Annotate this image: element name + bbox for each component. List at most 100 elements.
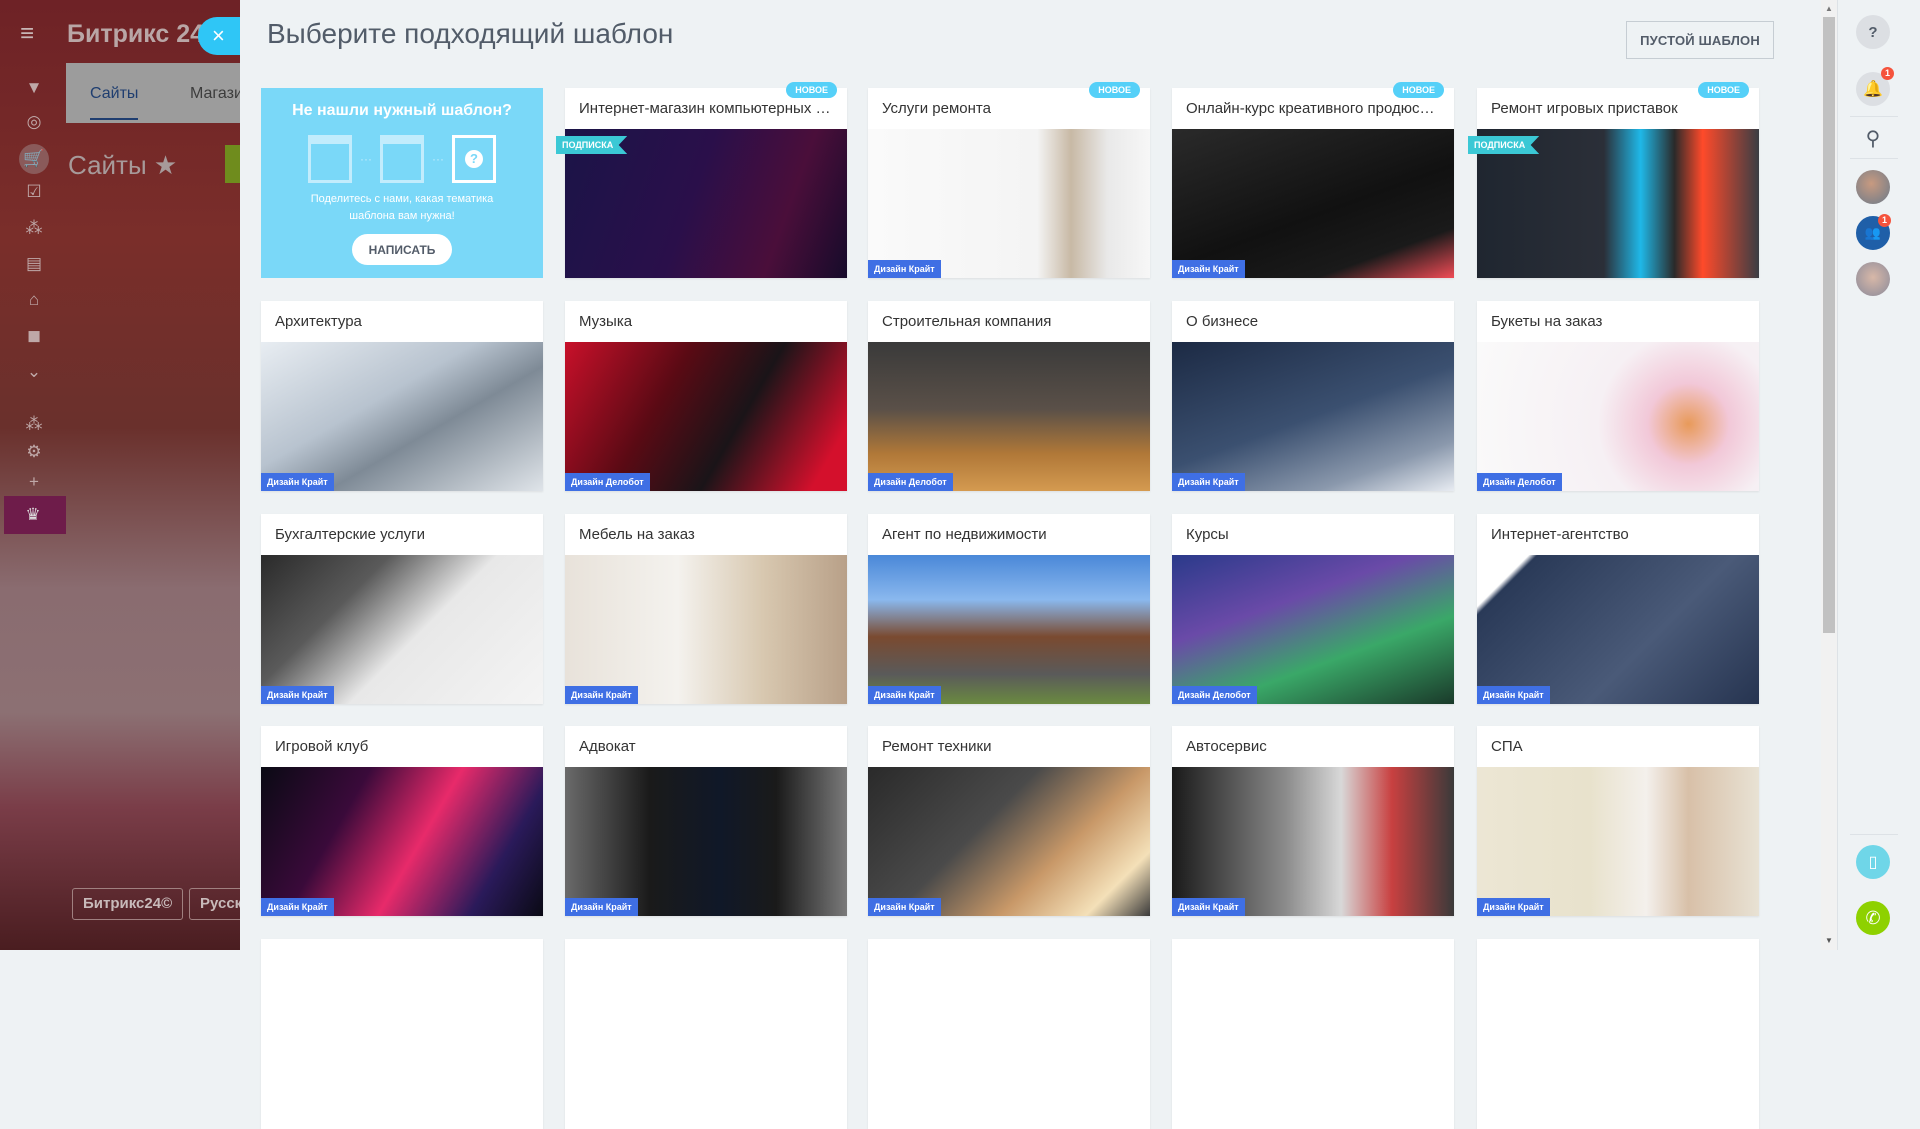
template-title [1477,939,1759,980]
template-title: Агент по недвижимости [882,526,1047,543]
call-button[interactable]: ✆ [1856,901,1890,935]
template-preview-image[interactable]: Дизайн Делобот [1172,555,1454,704]
group-chat-button[interactable]: 👥 1 [1856,214,1891,250]
search-button[interactable]: ⚲ [1856,121,1890,155]
template-card[interactable]: Автосервис Дизайн Крайт [1172,726,1454,916]
notifications-button[interactable]: 🔔 1 [1856,67,1894,106]
menu-icon[interactable]: ≡ [20,22,46,46]
template-card[interactable] [868,939,1150,1129]
template-card[interactable] [1172,939,1454,1129]
divider [1850,158,1898,159]
avatar[interactable] [1856,262,1890,296]
template-card[interactable]: Курсы Дизайн Делобот [1172,514,1454,704]
contact-card-icon[interactable]: ▤ [22,252,46,276]
create-button[interactable] [225,145,240,183]
template-card[interactable]: Строительная компания Дизайн Делобот [868,301,1150,491]
template-preview-image[interactable]: Дизайн Крайт [868,129,1150,278]
help-button[interactable]: ? [1856,15,1890,49]
template-preview-image[interactable]: Дизайн Крайт [1172,767,1454,916]
designer-label: Дизайн Делобот [565,473,650,491]
filter-icon[interactable]: ▼ [22,76,46,100]
template-card[interactable]: Агент по недвижимости Дизайн Крайт [868,514,1150,704]
template-preview-image[interactable]: Дизайн Крайт [565,555,847,704]
background-portal: ≡ Битрикс 24 ▼ ◎ 🛒 ☑ ⁂ ▤ ⌂ ◼ ⌄ ⁂ ⚙ + ♛ С… [0,0,240,950]
template-preview-image[interactable] [565,980,847,1129]
template-card[interactable] [565,939,847,1129]
divider [1850,834,1898,835]
dots-icon: ··· [432,152,444,166]
template-preview-image[interactable] [261,980,543,1129]
template-card[interactable]: Игровой клуб Дизайн Крайт [261,726,543,916]
template-card[interactable] [1477,939,1759,1129]
template-card[interactable]: Букеты на заказ Дизайн Делобот [1477,301,1759,491]
template-card[interactable]: НОВОЕ Ремонт игровых приставок ПОДПИСКА [1468,82,1759,278]
template-preview-image[interactable]: Дизайн Крайт [261,767,543,916]
more-icon[interactable]: ⌄ [22,360,46,384]
template-card[interactable]: Бухгалтерские услуги Дизайн Крайт [261,514,543,704]
designer-label: Дизайн Крайт [1477,686,1550,704]
template-card[interactable]: Интернет-агентство Дизайн Крайт [1477,514,1759,704]
scroll-down-icon[interactable]: ▼ [1825,936,1833,945]
template-preview-image[interactable]: Дизайн Крайт [1172,129,1454,278]
template-preview-image[interactable]: Дизайн Крайт [868,767,1150,916]
template-card[interactable]: Мебель на заказ Дизайн Крайт [565,514,847,704]
template-card[interactable]: СПА Дизайн Крайт [1477,726,1759,916]
chat-badge: 1 [1878,214,1891,227]
designer-label: Дизайн Крайт [261,686,334,704]
add-icon[interactable]: + [22,470,46,494]
template-preview-image[interactable]: Дизайн Крайт [565,767,847,916]
question-window-icon: ? [452,135,496,183]
template-card[interactable]: О бизнесе Дизайн Крайт [1172,301,1454,491]
notification-badge: 1 [1881,67,1894,80]
scroll-up-icon[interactable]: ▲ [1825,4,1833,13]
template-card[interactable] [261,939,543,1129]
cart-icon[interactable]: 🛒 [19,144,49,174]
template-card[interactable]: НОВОЕ Онлайн-курс креативного продюсера Ди… [1172,82,1454,278]
logo: Битрикс 24 [67,20,205,48]
tab-shops[interactable]: Магази [190,85,240,103]
robot-icon[interactable]: ⌂ [22,288,46,312]
tabs-bar: Сайты Магази [66,63,240,123]
crown-item[interactable]: ♛ [4,496,66,534]
language-button[interactable]: Русск [189,888,240,920]
template-preview-image[interactable] [1172,980,1454,1129]
settings-icon[interactable]: ⚙ [22,440,46,464]
template-preview-image[interactable]: Дизайн Делобот [1477,342,1759,491]
scrollbar[interactable]: ▲ ▼ [1821,0,1837,950]
template-title: Мебель на заказ [579,526,695,543]
template-card[interactable]: Архитектура Дизайн Крайт [261,301,543,491]
template-card[interactable]: Ремонт техники Дизайн Крайт [868,726,1150,916]
request-template-card: Не нашли нужный шаблон? ··· ··· ? Подели… [261,88,543,278]
template-preview-image[interactable]: Дизайн Крайт [1477,767,1759,916]
template-title [1172,939,1454,980]
tab-sites[interactable]: Сайты [90,85,139,120]
template-preview-image[interactable] [868,980,1150,1129]
template-preview-image[interactable]: Дизайн Крайт [261,342,543,491]
target-icon[interactable]: ◎ [22,110,46,134]
template-preview-image[interactable]: Дизайн Крайт [1172,342,1454,491]
groups-icon[interactable]: ⁂ [22,216,46,240]
bitrix-footer-button[interactable]: Битрикс24© [72,888,184,920]
write-button[interactable]: НАПИСАТЬ [351,234,453,265]
mobile-sync-button[interactable]: ▯ [1856,845,1890,879]
template-preview-image[interactable]: Дизайн Делобот [868,342,1150,491]
template-preview-image[interactable] [1477,980,1759,1129]
template-preview-image[interactable]: Дизайн Делобот [565,342,847,491]
structure-icon[interactable]: ⁂ [22,412,46,436]
template-card[interactable]: НОВОЕ Интернет-магазин компьютерных игр ПО… [556,82,847,278]
box-icon[interactable]: ◼ [22,324,46,348]
scrollbar-thumb[interactable] [1823,17,1835,633]
template-card[interactable]: Адвокат Дизайн Крайт [565,726,847,916]
template-preview-image[interactable]: Дизайн Крайт [868,555,1150,704]
star-icon[interactable]: ★ [154,150,177,180]
template-card[interactable]: Музыка Дизайн Делобот [565,301,847,491]
tasks-icon[interactable]: ☑ [22,180,46,204]
template-title: Автосервис [1186,738,1267,755]
empty-template-button[interactable]: ПУСТОЙ ШАБЛОН [1626,21,1774,59]
template-card[interactable]: НОВОЕ Услуги ремонта Дизайн Крайт [868,82,1150,278]
designer-label: Дизайн Крайт [261,473,334,491]
designer-label: Дизайн Делобот [1172,686,1257,704]
avatar[interactable] [1856,170,1890,204]
template-preview-image[interactable]: Дизайн Крайт [1477,555,1759,704]
template-preview-image[interactable]: Дизайн Крайт [261,555,543,704]
